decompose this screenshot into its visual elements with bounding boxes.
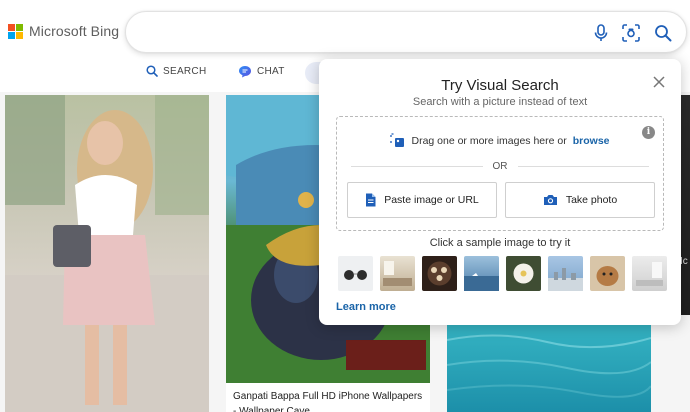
nav-chat[interactable]: CHAT [238, 65, 285, 78]
close-icon[interactable] [651, 74, 667, 90]
paste-image-label: Paste image or URL [384, 194, 479, 206]
learn-more-link[interactable]: Learn more [336, 301, 396, 313]
camera-icon [543, 195, 557, 205]
sample-thumb-food[interactable] [422, 256, 457, 291]
paste-image-button[interactable]: Paste image or URL [347, 182, 497, 218]
flyout-subtitle: Search with a picture instead of text [412, 96, 588, 108]
search-icon [146, 65, 158, 77]
search-icon[interactable] [652, 22, 674, 44]
sample-images-label: Click a sample image to try it [429, 237, 571, 249]
or-label: OR [492, 160, 508, 172]
nav-chat-label: CHAT [257, 66, 285, 77]
search-input[interactable] [144, 20, 584, 44]
take-photo-button[interactable]: Take photo [505, 182, 655, 218]
chat-icon [239, 66, 251, 78]
sample-thumb-living-room[interactable] [380, 256, 415, 291]
drag-text: Drag one or more images here or [411, 134, 567, 147]
or-divider: OR [351, 159, 649, 173]
sample-thumb-room[interactable] [632, 256, 667, 291]
image-drop-zone[interactable]: i Drag one or more images here or browse… [336, 116, 664, 231]
sample-thumb-dog[interactable] [590, 256, 625, 291]
result-image-water[interactable] [446, 320, 652, 412]
sample-thumb-sailboat[interactable] [464, 256, 499, 291]
drag-image-icon [390, 133, 405, 147]
brand-name: Microsoft Bing [29, 23, 120, 39]
microphone-icon[interactable] [590, 22, 612, 44]
nav-search[interactable]: SEARCH [146, 65, 206, 77]
flyout-title: Try Visual Search [441, 77, 559, 94]
document-icon [366, 193, 376, 207]
browse-link[interactable]: browse [573, 135, 610, 147]
drag-row: Drag one or more images here or browse [337, 133, 663, 148]
sample-thumb-sunglasses[interactable] [338, 256, 373, 291]
result-image-fashion[interactable] [5, 95, 209, 412]
visual-search-icon[interactable] [620, 22, 642, 44]
result-caption[interactable]: Ganpati Bappa Full HD iPhone Wallpapers … [226, 383, 430, 412]
bing-logo[interactable]: Microsoft Bing [8, 23, 119, 39]
microsoft-logo-icon [8, 23, 23, 39]
search-box [125, 11, 687, 53]
nav-search-label: SEARCH [163, 65, 207, 77]
sample-thumb-city[interactable] [548, 256, 583, 291]
take-photo-label: Take photo [565, 194, 618, 206]
visual-search-flyout: Try Visual Search Search with a picture … [319, 59, 681, 325]
sample-thumb-flower[interactable] [506, 256, 541, 291]
sample-images [338, 256, 667, 292]
result-edge-text: Ic [680, 256, 688, 267]
